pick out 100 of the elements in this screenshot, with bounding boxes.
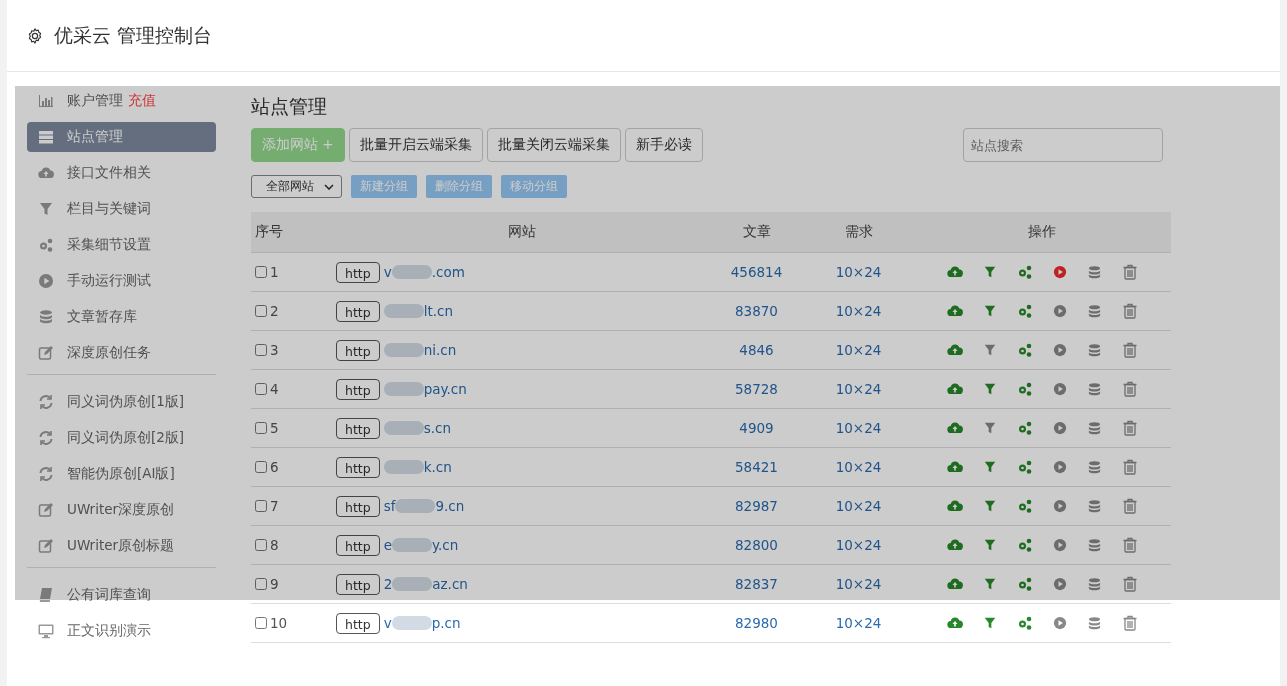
filter-icon[interactable] [983, 265, 997, 279]
scheme-button[interactable]: http [336, 573, 380, 595]
sidebar-item[interactable]: 公有词库查询 [27, 580, 216, 610]
cloud-upload-icon[interactable] [947, 615, 963, 631]
filter-icon[interactable] [983, 304, 997, 318]
row-checkbox[interactable] [255, 421, 267, 434]
sidebar-item[interactable]: 接口文件相关 [27, 158, 216, 188]
database-icon[interactable] [1087, 264, 1102, 280]
filter-icon[interactable] [983, 616, 997, 630]
sidebar-item[interactable]: 正文识别演示 [27, 616, 216, 646]
row-checkbox[interactable] [255, 304, 267, 317]
filter-icon[interactable] [983, 421, 997, 435]
trash-icon[interactable] [1122, 459, 1138, 475]
cloud-upload-icon[interactable] [947, 342, 963, 358]
site-name[interactable]: .com [431, 264, 465, 280]
sidebar-item[interactable]: 手动运行测试 [27, 266, 216, 296]
database-icon[interactable] [1087, 498, 1102, 514]
cloud-upload-icon[interactable] [947, 420, 963, 436]
filter-icon[interactable] [983, 460, 997, 474]
sidebar-item[interactable]: 智能伪原创[AI版] [27, 459, 216, 489]
row-checkbox[interactable] [255, 577, 267, 590]
play-icon[interactable] [1053, 382, 1067, 396]
trash-icon[interactable] [1122, 264, 1138, 280]
sidebar-item[interactable]: UWriter深度原创 [27, 495, 216, 525]
scheme-button[interactable]: http [336, 300, 380, 322]
site-name[interactable]: 9.cn [435, 498, 465, 514]
filter-icon[interactable] [983, 343, 997, 357]
row-checkbox[interactable] [255, 265, 267, 278]
site-name[interactable]: v [383, 615, 392, 631]
play-icon[interactable] [1053, 460, 1067, 474]
cloud-upload-icon[interactable] [947, 576, 963, 592]
filter-icon[interactable] [983, 382, 997, 396]
site-name[interactable]: pay.cn [423, 381, 467, 397]
trash-icon[interactable] [1122, 537, 1138, 553]
play-icon[interactable] [1053, 421, 1067, 435]
filter-icon[interactable] [983, 499, 997, 513]
filter-icon[interactable] [983, 577, 997, 591]
play-icon[interactable] [1053, 343, 1067, 357]
scheme-button[interactable]: http [336, 417, 380, 439]
scheme-button[interactable]: http [336, 495, 380, 517]
row-checkbox[interactable] [255, 499, 267, 512]
database-icon[interactable] [1087, 459, 1102, 475]
scheme-button[interactable]: http [336, 378, 380, 400]
trash-icon[interactable] [1122, 615, 1138, 631]
row-checkbox[interactable] [255, 460, 267, 473]
site-name[interactable]: e [383, 537, 392, 553]
play-icon[interactable] [1053, 538, 1067, 552]
sidebar-item[interactable]: 文章暂存库 [27, 302, 216, 332]
search-field[interactable]: 站点搜索 [963, 128, 1163, 162]
site-name[interactable]: ni.cn [423, 342, 457, 358]
play-icon[interactable] [1053, 304, 1067, 318]
trash-icon[interactable] [1122, 498, 1138, 514]
database-icon[interactable] [1087, 342, 1102, 358]
cloud-upload-icon[interactable] [947, 381, 963, 397]
row-checkbox[interactable] [255, 538, 267, 551]
trash-icon[interactable] [1122, 342, 1138, 358]
database-icon[interactable] [1087, 576, 1102, 592]
group-select[interactable]: 全部网站 [251, 175, 342, 198]
cloud-upload-icon[interactable] [947, 459, 963, 475]
play-icon[interactable] [1053, 499, 1067, 513]
toolbar-button[interactable]: 批量关闭云端采集 [486, 128, 621, 162]
site-name[interactable]: s.cn [423, 420, 451, 436]
site-name[interactable]: k.cn [423, 459, 452, 475]
site-name[interactable]: p.cn [431, 615, 461, 631]
row-checkbox[interactable] [255, 343, 267, 356]
sidebar-item[interactable]: 站点管理 [27, 122, 216, 152]
scheme-button[interactable]: http [336, 612, 380, 634]
cloud-upload-icon[interactable] [947, 264, 963, 280]
cloud-upload-icon[interactable] [947, 498, 963, 514]
trash-icon[interactable] [1122, 576, 1138, 592]
site-name[interactable]: 2 [383, 576, 393, 592]
sidebar-item[interactable]: UWriter原创标题 [27, 531, 216, 561]
site-name[interactable]: v [383, 264, 392, 280]
scheme-button[interactable]: http [336, 534, 380, 556]
trash-icon[interactable] [1122, 303, 1138, 319]
site-name[interactable]: sf [383, 498, 396, 514]
recharge-link[interactable]: 充值 [128, 92, 156, 110]
database-icon[interactable] [1087, 615, 1102, 631]
database-icon[interactable] [1087, 303, 1102, 319]
play-icon[interactable] [1053, 577, 1067, 591]
site-name[interactable]: az.cn [432, 576, 468, 592]
database-icon[interactable] [1087, 537, 1102, 553]
play-icon[interactable] [1053, 616, 1067, 630]
scheme-button[interactable]: http [336, 456, 380, 478]
scheme-button[interactable]: http [336, 339, 380, 361]
scheme-button[interactable]: http [336, 261, 380, 283]
site-name[interactable]: y.cn [432, 537, 459, 553]
database-icon[interactable] [1087, 381, 1102, 397]
trash-icon[interactable] [1122, 381, 1138, 397]
toolbar-button[interactable]: 批量开启云端采集 [348, 128, 483, 162]
row-checkbox[interactable] [255, 382, 267, 395]
play-icon[interactable] [1053, 265, 1067, 279]
sidebar-item[interactable]: 同义词伪原创[1版] [27, 387, 216, 417]
site-name[interactable]: lt.cn [423, 303, 453, 319]
sidebar-item[interactable]: 同义词伪原创[2版] [27, 423, 216, 453]
row-checkbox[interactable] [255, 616, 267, 629]
filter-icon[interactable] [983, 538, 997, 552]
database-icon[interactable] [1087, 420, 1102, 436]
sidebar-item[interactable]: 栏目与关键词 [27, 194, 216, 224]
trash-icon[interactable] [1122, 420, 1138, 436]
